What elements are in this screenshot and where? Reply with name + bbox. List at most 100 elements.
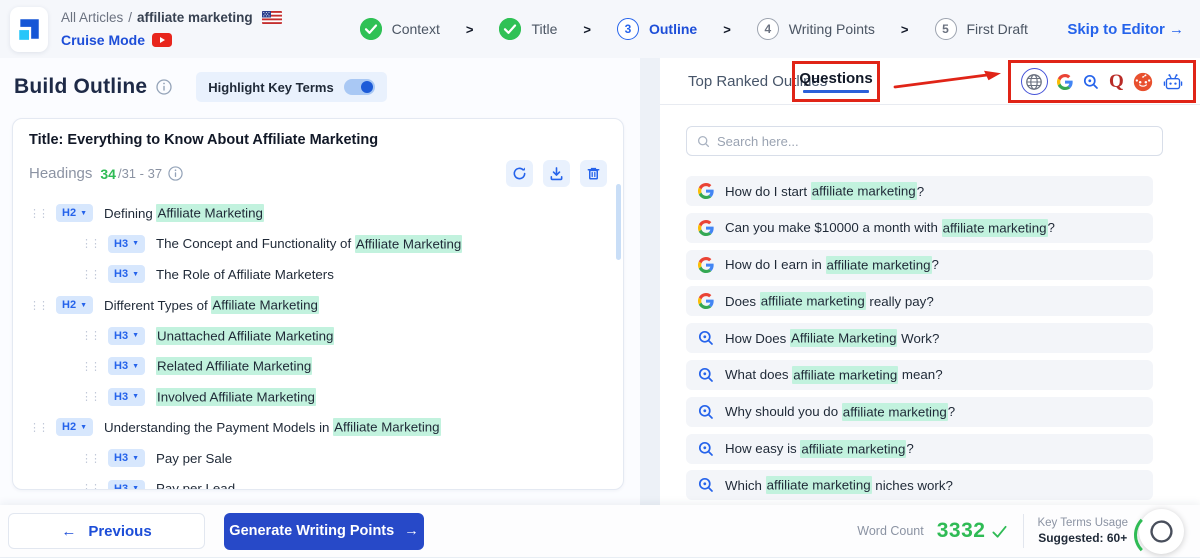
download-outline-button[interactable] [543, 160, 570, 187]
heading-level-dropdown[interactable]: H3 ▼ [108, 234, 145, 253]
regenerate-outline-button[interactable] [506, 160, 533, 187]
drag-handle-icon[interactable]: ⋮⋮ [81, 268, 101, 281]
heading-level-dropdown[interactable]: H2 ▼ [56, 418, 93, 437]
questions-search[interactable] [686, 126, 1163, 156]
chevron-down-icon: ▼ [132, 454, 139, 462]
arrow-right-icon: → [1169, 20, 1184, 38]
highlight-key-terms-toggle[interactable] [343, 79, 375, 95]
reddit-icon[interactable] [1133, 72, 1153, 92]
web-globe-icon[interactable] [1020, 68, 1048, 95]
tab-questions[interactable]: Questions [799, 70, 872, 87]
drag-handle-icon[interactable]: ⋮⋮ [81, 452, 101, 465]
step-title[interactable]: Title [499, 18, 557, 40]
heading-level-dropdown[interactable]: H3 ▼ [108, 479, 145, 490]
outline-heading-text: The Role of Affiliate Marketers [156, 267, 334, 282]
question-row[interactable]: Which affiliate marketing niches work? [686, 470, 1153, 501]
heading-level-dropdown[interactable]: H3 ▼ [108, 449, 145, 468]
search-zoom-icon[interactable] [1083, 74, 1099, 90]
search-zoom-icon [698, 367, 714, 383]
heading-level-dropdown[interactable]: H3 ▼ [108, 326, 145, 345]
text-segment: Does [725, 293, 760, 309]
text-segment: Pay per Lead [156, 481, 236, 490]
outline-row[interactable]: ⋮⋮ H2 ▼ Defining Affiliate Marketing [29, 198, 607, 229]
youtube-icon[interactable] [152, 32, 173, 47]
text-segment: How Does [725, 330, 791, 346]
chevron-down-icon: ▼ [132, 485, 139, 490]
question-row[interactable]: How do I earn in affiliate marketing? [686, 249, 1153, 280]
outline-row[interactable]: ⋮⋮ H2 ▼ Understanding the Payment Models in… [29, 412, 607, 443]
drag-handle-icon[interactable]: ⋮⋮ [81, 482, 101, 489]
heading-level-dropdown[interactable]: H3 ▼ [108, 387, 145, 406]
text-segment: niches work? [871, 477, 953, 493]
step-writing-points[interactable]: 4 Writing Points [756, 18, 875, 40]
outline-scrollbar[interactable] [616, 184, 621, 260]
chevron-down-icon: ▼ [80, 301, 87, 309]
cruise-mode-link[interactable]: Cruise Mode [61, 30, 282, 50]
page-title: Build Outline [14, 75, 148, 98]
app-logo[interactable] [10, 6, 48, 52]
quora-icon[interactable]: Q [1109, 72, 1124, 91]
outline-row[interactable]: ⋮⋮ H3 ▼ Pay per Sale [29, 443, 607, 474]
key-term-highlight: affiliate marketing [765, 476, 872, 495]
question-row[interactable]: Why should you do affiliate marketing? [686, 396, 1153, 427]
info-icon[interactable] [168, 166, 183, 181]
question-row[interactable]: What does affiliate marketing mean? [686, 359, 1153, 390]
chatgpt-assistant-button[interactable] [1134, 508, 1184, 558]
heading-level-label: H2 [62, 207, 77, 220]
previous-button[interactable]: ← Previous [8, 513, 205, 549]
step-number: 4 [756, 18, 779, 40]
check-icon [991, 523, 1008, 540]
quora-q-glyph: Q [1108, 71, 1124, 92]
step-label: Context [391, 21, 440, 37]
chevron-down-icon: ▼ [132, 270, 139, 278]
search-input[interactable] [717, 133, 1152, 149]
heading-level-dropdown[interactable]: H3 ▼ [108, 265, 145, 284]
question-row[interactable]: How Does Affiliate Marketing Work? [686, 323, 1153, 354]
outline-row[interactable]: ⋮⋮ H3 ▼ The Role of Affiliate Marketers [29, 259, 607, 290]
heading-level-dropdown[interactable]: H3 ▼ [108, 357, 145, 376]
delete-outline-button[interactable] [580, 160, 607, 187]
outline-row[interactable]: ⋮⋮ H3 ▼ Related Affiliate Marketing [29, 351, 607, 382]
cruise-mode-label: Cruise Mode [61, 31, 146, 48]
drag-handle-icon[interactable]: ⋮⋮ [29, 421, 49, 434]
drag-handle-icon[interactable]: ⋮⋮ [81, 390, 101, 403]
step-context[interactable]: Context [359, 18, 440, 40]
text-segment: ? [1047, 220, 1055, 236]
outline-row[interactable]: ⋮⋮ H3 ▼ The Concept and Functionality of Af… [29, 229, 607, 260]
ai-bot-icon[interactable] [1163, 73, 1183, 91]
step-first-draft[interactable]: 5 First Draft [934, 18, 1028, 40]
heading-level-dropdown[interactable]: H2 ▼ [56, 296, 93, 315]
step-check-icon [499, 18, 522, 40]
text-segment: Which [725, 477, 766, 493]
skip-to-editor-link[interactable]: Skip to Editor → [1067, 21, 1184, 38]
outline-row[interactable]: ⋮⋮ H2 ▼ Different Types of Affiliate Market… [29, 290, 607, 321]
question-text: Does affiliate marketing really pay? [725, 292, 934, 311]
text-segment: Different Types of [104, 297, 212, 313]
outline-row[interactable]: ⋮⋮ H3 ▼ Unattached Affiliate Marketing [29, 320, 607, 351]
key-term-highlight: affiliate marketing [941, 218, 1048, 237]
info-icon[interactable] [156, 79, 172, 95]
outline-row[interactable]: ⋮⋮ H3 ▼ Pay per Lead [29, 473, 607, 490]
google-icon[interactable] [1057, 73, 1074, 90]
question-row[interactable]: Can you make $10000 a month with affilia… [686, 212, 1153, 243]
drag-handle-icon[interactable]: ⋮⋮ [81, 329, 101, 342]
question-row[interactable]: How do I start affiliate marketing? [686, 176, 1153, 206]
drag-handle-icon[interactable]: ⋮⋮ [29, 299, 49, 312]
heading-level-dropdown[interactable]: H2 ▼ [56, 204, 93, 223]
text-segment: really pay? [865, 293, 934, 309]
outline-heading-text: The Concept and Functionality of Affilia… [156, 234, 463, 253]
text-segment: How easy is [725, 441, 801, 457]
text-segment: ? [906, 441, 914, 457]
generate-writing-points-button[interactable]: Generate Writing Points → [224, 512, 424, 550]
question-text: How do I start affiliate marketing? [725, 182, 924, 200]
drag-handle-icon[interactable]: ⋮⋮ [29, 207, 49, 220]
google-icon [698, 256, 714, 273]
drag-handle-icon[interactable]: ⋮⋮ [81, 237, 101, 250]
heading-level-label: H3 [114, 268, 129, 281]
drag-handle-icon[interactable]: ⋮⋮ [81, 360, 101, 373]
breadcrumb-root[interactable]: All Articles [61, 8, 123, 28]
question-row[interactable]: How easy is affiliate marketing? [686, 433, 1153, 464]
outline-row[interactable]: ⋮⋮ H3 ▼ Involved Affiliate Marketing [29, 382, 607, 413]
question-row[interactable]: Does affiliate marketing really pay? [686, 286, 1153, 317]
step-outline[interactable]: 3 Outline [616, 18, 697, 40]
